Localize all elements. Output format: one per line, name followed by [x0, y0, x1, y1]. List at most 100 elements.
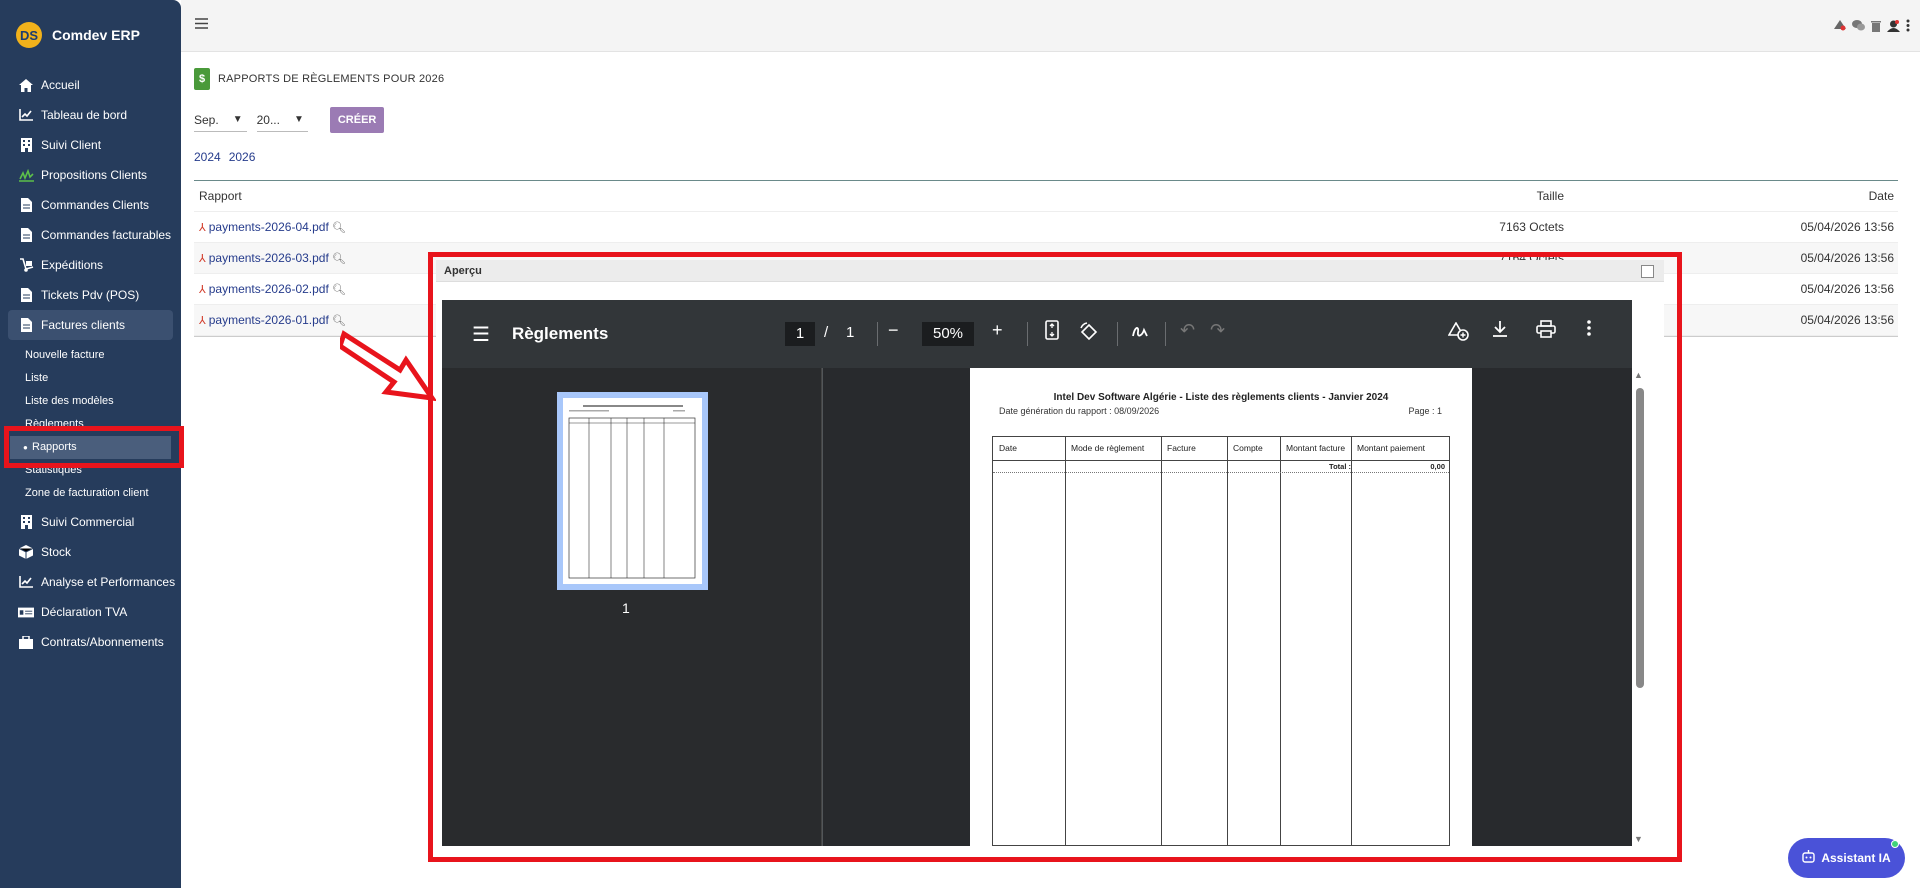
sidebar-item-expeditions[interactable]: Expéditions: [0, 250, 181, 280]
table-header: Rapport Taille Date: [194, 181, 1898, 212]
sidebar-item-stock[interactable]: Stock: [0, 537, 181, 567]
red-arrow-annotation: [340, 330, 438, 402]
sidebar-item-factures-clients[interactable]: Factures clients: [8, 310, 173, 340]
sidebar-item-label: Stock: [41, 545, 72, 559]
year-link-2024[interactable]: 2024: [194, 150, 221, 164]
report-form: Sep. ▼ 20... ▼ CRÉER: [194, 106, 1898, 134]
sidebar-item-accueil[interactable]: Accueil: [0, 70, 181, 100]
file-date: 05/04/2026 13:56: [1800, 220, 1894, 234]
sidebar-item-label: Commandes facturables: [41, 228, 172, 242]
sidebar-item-label: Tickets Pdv (POS): [41, 288, 140, 302]
sidebar-sub-liste[interactable]: Liste: [0, 367, 181, 390]
home-icon: [18, 77, 34, 93]
sidebar-item-label: Commandes Clients: [41, 198, 150, 212]
year-select[interactable]: 20... ▼: [256, 108, 308, 132]
table-row: ⅄ payments-2026-04.pdf 🔍︎ 7163 Octets 05/0…: [194, 212, 1898, 243]
robot-icon: [1802, 850, 1816, 866]
money-icon: [18, 604, 34, 620]
chart-line-icon: [18, 574, 34, 590]
chart-line-icon: [18, 107, 34, 123]
document-icon: [18, 287, 34, 303]
file-link[interactable]: payments-2026-03.pdf: [209, 251, 329, 265]
sidebar-item-commandes-facturables[interactable]: Commandes facturables: [0, 220, 181, 250]
sidebar-item-label: Tableau de bord: [41, 108, 128, 122]
sidebar-item-label: Propositions Clients: [41, 168, 148, 182]
sidebar-item-analyse[interactable]: Analyse et Performances: [0, 567, 181, 597]
sidebar-item-suivi-client[interactable]: Suivi Client: [0, 130, 181, 160]
sidebar-item-declaration-tva[interactable]: Déclaration TVA: [0, 597, 181, 627]
building-icon: [18, 514, 34, 530]
trash-icon[interactable]: [1871, 20, 1881, 35]
header-report[interactable]: Rapport: [194, 189, 794, 203]
sidebar-sub-liste-modeles[interactable]: Liste des modèles: [0, 390, 181, 413]
highlight-box-preview: [428, 252, 1682, 862]
preview-icon[interactable]: 🔍︎: [332, 252, 346, 265]
sidebar-submenu: Nouvelle facture Liste Liste des modèles…: [0, 344, 181, 505]
sidebar-sub-zone-facturation[interactable]: Zone de facturation client: [0, 482, 181, 505]
notification-icon[interactable]: [1834, 20, 1846, 34]
year-links: 2024 2026: [194, 150, 1898, 164]
preview-icon[interactable]: 🔍︎: [332, 314, 346, 327]
sidebar-item-label: Contrats/Abonnements: [41, 635, 164, 649]
chevron-down-icon: ▼: [293, 114, 304, 125]
page-header: $ RAPPORTS DE RÈGLEMENTS POUR 2026: [194, 64, 1898, 94]
dollar-document-icon: $: [194, 68, 210, 90]
chevron-down-icon: ▼: [232, 114, 243, 125]
brand-name: Comdev ERP: [52, 27, 140, 43]
hamburger-menu-icon[interactable]: [195, 18, 208, 32]
sidebar-item-label: Déclaration TVA: [41, 605, 128, 619]
header-size[interactable]: Taille: [794, 189, 1564, 203]
assistant-label: Assistant IA: [1821, 851, 1891, 865]
sidebar-item-label: Accueil: [41, 78, 80, 92]
assistant-ia-button[interactable]: Assistant IA: [1788, 838, 1905, 878]
month-select-value: Sep.: [194, 112, 219, 127]
pdf-icon: ⅄: [199, 314, 206, 327]
file-link[interactable]: payments-2026-04.pdf: [209, 220, 329, 234]
top-bar: [181, 0, 1920, 52]
month-select[interactable]: Sep. ▼: [194, 108, 247, 132]
sidebar-item-propositions-clients[interactable]: Propositions Clients: [0, 160, 181, 190]
sidebar-item-label: Analyse et Performances: [41, 575, 176, 589]
sidebar-item-label: Suivi Client: [41, 138, 102, 152]
sidebar-item-suivi-commercial[interactable]: Suivi Commercial: [0, 507, 181, 537]
box-icon: [18, 544, 34, 560]
chat-icon[interactable]: [1852, 20, 1865, 34]
highlight-box-rapports: [4, 426, 184, 468]
sidebar-item-tableau-de-bord[interactable]: Tableau de bord: [0, 100, 181, 130]
file-link[interactable]: payments-2026-01.pdf: [209, 313, 329, 327]
sidebar-sub-nouvelle-facture[interactable]: Nouvelle facture: [0, 344, 181, 367]
sidebar-item-label: Suivi Commercial: [41, 515, 135, 529]
file-link[interactable]: payments-2026-02.pdf: [209, 282, 329, 296]
sidebar-item-label: Factures clients: [41, 318, 126, 332]
pdf-icon: ⅄: [199, 252, 206, 265]
year-select-value: 20...: [256, 112, 280, 127]
sidebar-item-contrats[interactable]: Contrats/Abonnements: [0, 627, 181, 657]
sidebar-item-label: Expéditions: [41, 258, 104, 272]
brand[interactable]: DS Comdev ERP: [0, 0, 181, 70]
sidebar-nav-after: Suivi Commercial Stock Analyse et Perfor…: [0, 507, 181, 657]
topbar-icons: [1834, 19, 1910, 35]
user-avatar-icon[interactable]: [1887, 19, 1900, 35]
header-date[interactable]: Date: [1564, 189, 1898, 203]
sidebar-item-tickets-pdv[interactable]: Tickets Pdv (POS): [0, 280, 181, 310]
brand-logo: DS: [16, 22, 42, 48]
page-title: RAPPORTS DE RÈGLEMENTS POUR 2026: [218, 73, 445, 85]
year-link-2026[interactable]: 2026: [229, 150, 256, 164]
document-icon: [18, 317, 34, 333]
preview-icon[interactable]: 🔍︎: [332, 221, 346, 234]
building-icon: [18, 137, 34, 153]
pdf-icon: ⅄: [199, 221, 206, 234]
sidebar-item-commandes-clients[interactable]: Commandes Clients: [0, 190, 181, 220]
preview-icon[interactable]: 🔍︎: [332, 283, 346, 296]
dolly-icon: [18, 257, 34, 273]
document-icon: [18, 197, 34, 213]
online-status-dot: [1891, 840, 1899, 848]
signature-icon: [18, 167, 34, 183]
create-button[interactable]: CRÉER: [329, 107, 385, 133]
sidebar-nav: Accueil Tableau de bord Suivi Client Pro…: [0, 70, 181, 340]
file-size: 7163 Octets: [1499, 220, 1564, 234]
briefcase-icon: [18, 634, 34, 650]
document-icon: [18, 227, 34, 243]
pdf-icon: ⅄: [199, 283, 206, 296]
more-vertical-icon[interactable]: [1906, 19, 1910, 35]
